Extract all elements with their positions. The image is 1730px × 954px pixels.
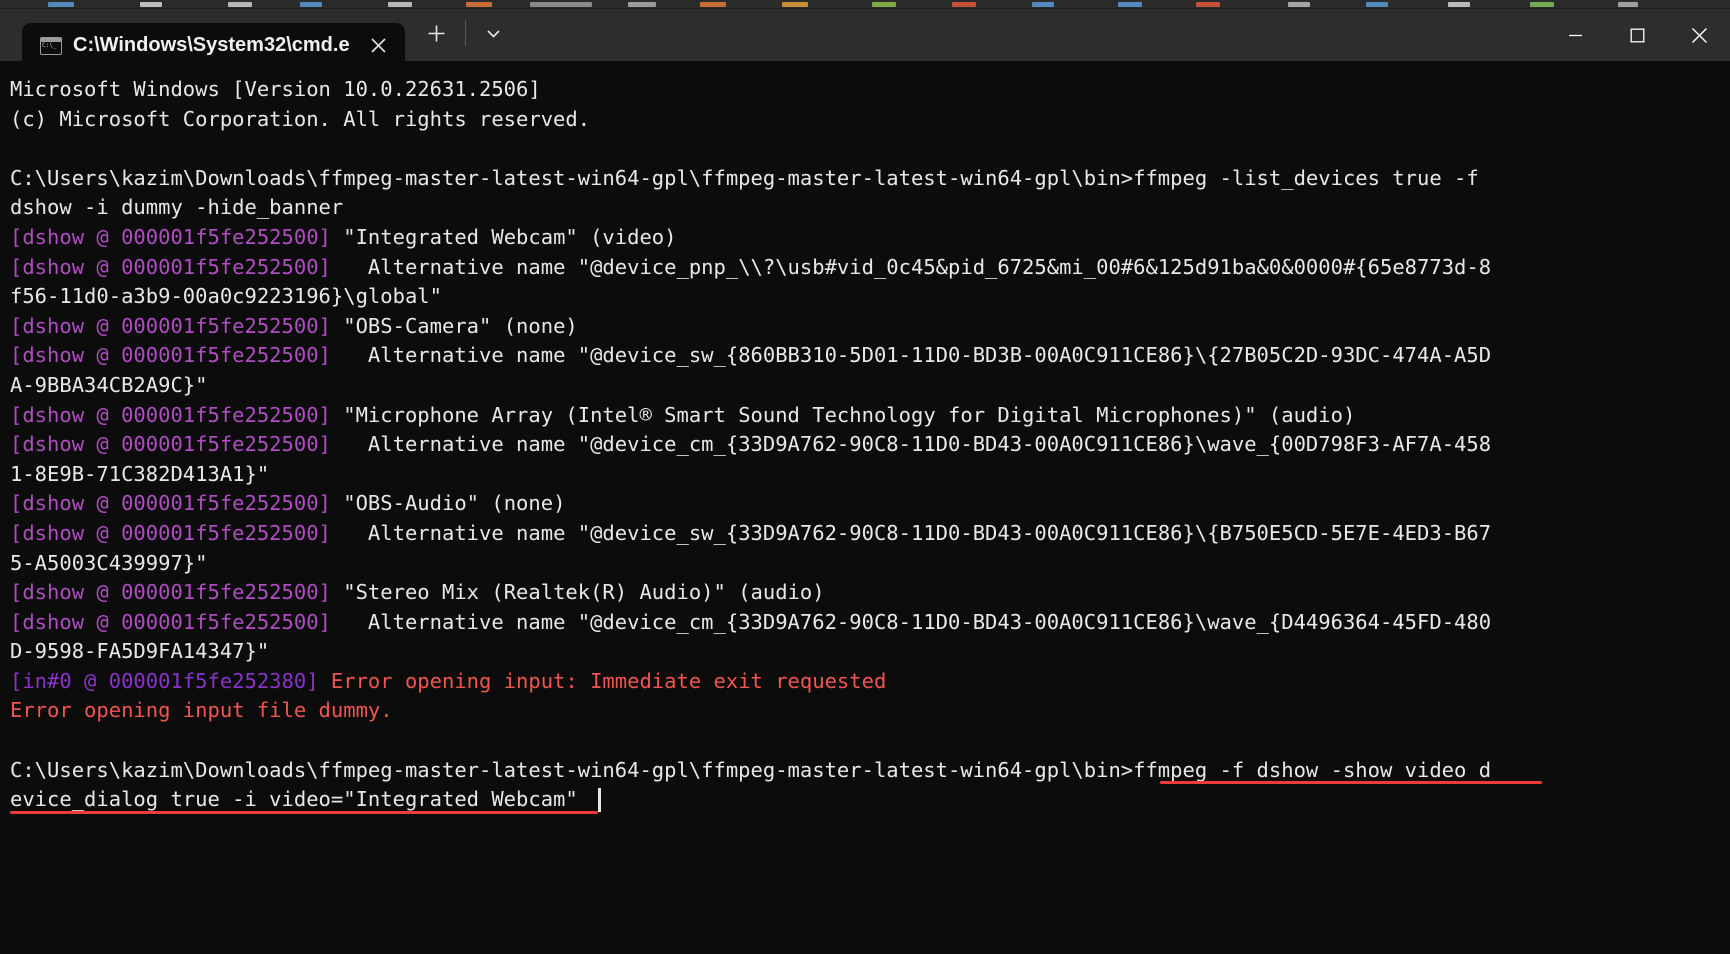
console-text-run: [dshow @ 000001f5fe252500] (10, 343, 331, 367)
bookmark-swatch (48, 2, 74, 7)
bookmark-swatch (782, 2, 808, 7)
console-text-run: Alternative name "@device_sw_{860BB310-5… (331, 343, 1491, 367)
bookmark-swatch (388, 2, 412, 7)
maximize-button[interactable] (1606, 9, 1668, 61)
console-line: f56-11d0-a3b9-00a0c9223196}\global" (10, 282, 1720, 312)
tab-title: C:\Windows\System32\cmd.e (73, 34, 350, 57)
terminal-window: C:\Windows\System32\cmd.e (0, 9, 1730, 954)
console-text-run: C:\Users\kazim\Downloads\ffmpeg-master-l… (10, 166, 1479, 190)
bookmark-swatch (1618, 2, 1638, 7)
console-line: (c) Microsoft Corporation. All rights re… (10, 105, 1720, 135)
console-line: [dshow @ 000001f5fe252500] "Integrated W… (10, 223, 1720, 253)
console-line: C:\Users\kazim\Downloads\ffmpeg-master-l… (10, 164, 1720, 194)
console-text-run: "OBS-Audio" (none) (331, 491, 566, 515)
bookmark-swatch (952, 2, 976, 7)
window-controls (1544, 9, 1730, 61)
console-text-run: "Stereo Mix (Realtek(R) Audio)" (audio) (331, 580, 825, 604)
console-text-run: D-9598-FA5D9FA14347}" (10, 639, 269, 663)
console-text-run: [dshow @ 000001f5fe252500] (10, 610, 331, 634)
console-text-run: "Microphone Array (Intel® Smart Sound Te… (331, 403, 1355, 427)
console-text-run: Alternative name "@device_sw_{33D9A762-9… (331, 521, 1491, 545)
bookmark-swatch (140, 2, 162, 7)
minimize-button[interactable] (1544, 9, 1606, 61)
console-line (10, 726, 1720, 756)
underline-command-part2 (10, 811, 598, 814)
console-text-run: "OBS-Camera" (none) (331, 314, 578, 338)
console-line: 1-8E9B-71C382D413A1}" (10, 460, 1720, 490)
bookmark-swatch (1196, 2, 1220, 7)
chevron-down-icon[interactable] (476, 15, 512, 51)
console-text-run: Error opening input: Immediate exit requ… (319, 669, 887, 693)
text-cursor (598, 788, 601, 812)
console-text-run: [dshow @ 000001f5fe252500] (10, 225, 331, 249)
console-line: [in#0 @ 000001f5fe252380] Error opening … (10, 667, 1720, 697)
console-line: [dshow @ 000001f5fe252500] Alternative n… (10, 341, 1720, 371)
console-line: A-9BBA34CB2A9C}" (10, 371, 1720, 401)
console-line: Error opening input file dummy. (10, 696, 1720, 726)
console-text-run: Microsoft Windows [Version 10.0.22631.25… (10, 77, 541, 101)
bookmark-swatch (1288, 2, 1310, 7)
console-text-run: f56-11d0-a3b9-00a0c9223196}\global" (10, 284, 442, 308)
console-line: [dshow @ 000001f5fe252500] Alternative n… (10, 519, 1720, 549)
new-tab-icon[interactable] (419, 15, 455, 51)
console-text: Microsoft Windows [Version 10.0.22631.25… (10, 75, 1720, 815)
console-line: [dshow @ 000001f5fe252500] "Stereo Mix (… (10, 578, 1720, 608)
console-text-run: (c) Microsoft Corporation. All rights re… (10, 107, 590, 131)
console-line: 5-A5003C439997}" (10, 549, 1720, 579)
console-line: [dshow @ 000001f5fe252500] "OBS-Audio" (… (10, 489, 1720, 519)
tabbar-separator (465, 20, 466, 46)
console-text-run: "Integrated Webcam" (video) (331, 225, 677, 249)
console-text-run: dshow -i dummy -hide_banner (10, 195, 343, 219)
bookmark-swatch (628, 2, 656, 7)
console-text-run: C:\Users\kazim\Downloads\ffmpeg-master-l… (10, 758, 1491, 782)
bookmark-swatch (1530, 2, 1554, 7)
console-text-run: Alternative name "@device_cm_{33D9A762-9… (331, 610, 1491, 634)
close-window-button[interactable] (1668, 9, 1730, 61)
console-text-run: 1-8E9B-71C382D413A1}" (10, 462, 269, 486)
titlebar: C:\Windows\System32\cmd.e (0, 9, 1730, 61)
bookmark-swatch (1448, 2, 1470, 7)
underline-command-part1 (1160, 781, 1542, 784)
console-line: [dshow @ 000001f5fe252500] "Microphone A… (10, 401, 1720, 431)
bookmark-swatch (1118, 2, 1142, 7)
console-text-run: [dshow @ 000001f5fe252500] (10, 432, 331, 456)
console-text-run: [dshow @ 000001f5fe252500] (10, 521, 331, 545)
bookmark-swatch (1366, 2, 1388, 7)
close-tab-icon[interactable] (361, 28, 397, 64)
bookmark-swatch (700, 2, 726, 7)
console-line: D-9598-FA5D9FA14347}" (10, 637, 1720, 667)
console-line: [dshow @ 000001f5fe252500] Alternative n… (10, 608, 1720, 638)
bookmark-swatch (872, 2, 896, 7)
console-text-run: [dshow @ 000001f5fe252500] (10, 314, 331, 338)
console-line: Microsoft Windows [Version 10.0.22631.25… (10, 75, 1720, 105)
console-text-run: [dshow @ 000001f5fe252500] (10, 491, 331, 515)
console-text-run: Error opening input file dummy. (10, 698, 393, 722)
bookmark-swatch (228, 2, 252, 7)
console-line: [dshow @ 000001f5fe252500] "OBS-Camera" … (10, 312, 1720, 342)
console-text-run: Alternative name "@device_pnp_\\?\usb#vi… (331, 255, 1491, 279)
tabbar-actions (419, 9, 512, 61)
console-line (10, 134, 1720, 164)
console-line: [dshow @ 000001f5fe252500] Alternative n… (10, 430, 1720, 460)
tab-strip: C:\Windows\System32\cmd.e (0, 9, 512, 61)
console-text-run: [dshow @ 000001f5fe252500] (10, 580, 331, 604)
bookmark-swatch (466, 2, 492, 7)
bookmark-swatch (1032, 2, 1054, 7)
background-window-sliver (0, 0, 1730, 9)
console-window-icon (40, 37, 62, 55)
console-text-run: [in#0 @ 000001f5fe252380] (10, 669, 319, 693)
bookmark-swatch (300, 2, 322, 7)
console-line: [dshow @ 000001f5fe252500] Alternative n… (10, 253, 1720, 283)
console-line: dshow -i dummy -hide_banner (10, 193, 1720, 223)
console-text-run: A-9BBA34CB2A9C}" (10, 373, 207, 397)
console-text-run: [dshow @ 000001f5fe252500] (10, 403, 331, 427)
console-text-run: evice_dialog true -i video="Integrated W… (10, 787, 578, 811)
console-output-area[interactable]: Microsoft Windows [Version 10.0.22631.25… (0, 61, 1730, 954)
console-text-run: 5-A5003C439997}" (10, 551, 207, 575)
bookmark-swatch (530, 2, 592, 7)
console-text-run: Alternative name "@device_cm_{33D9A762-9… (331, 432, 1491, 456)
console-text-run: [dshow @ 000001f5fe252500] (10, 255, 331, 279)
